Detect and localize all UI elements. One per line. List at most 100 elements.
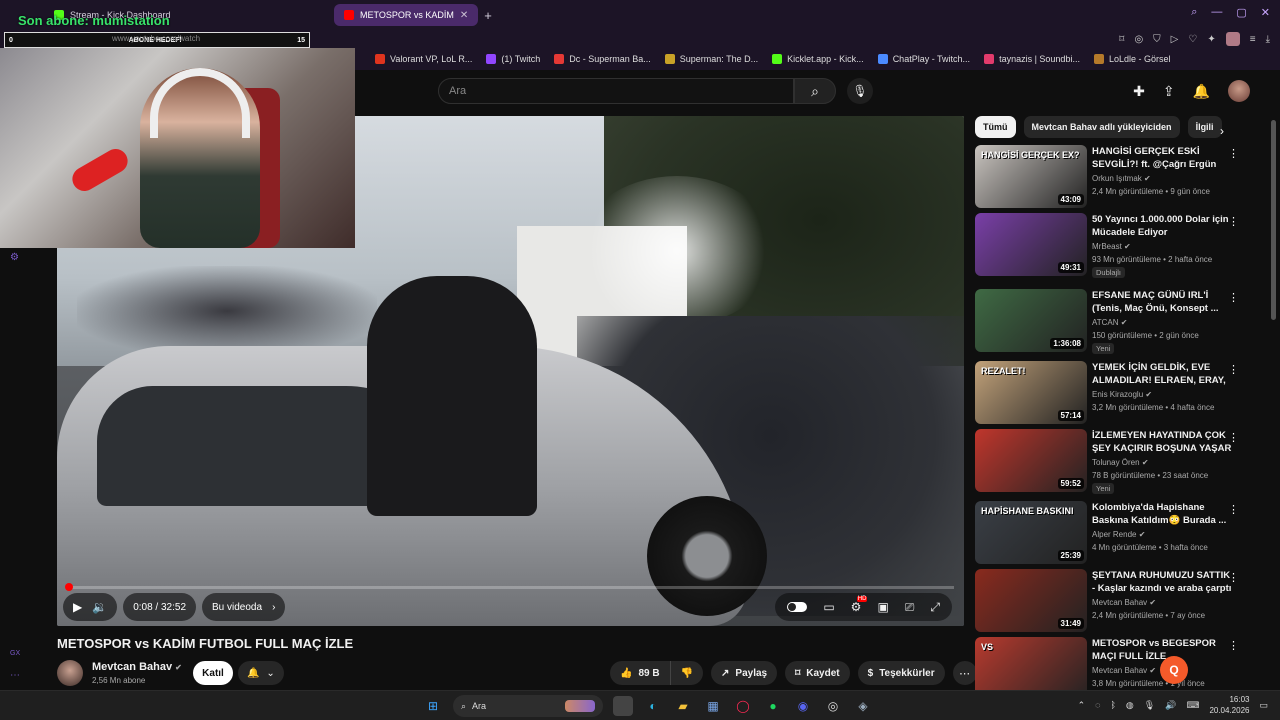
recommendation-item[interactable]: 1:36:08 EFSANE MAÇ GÜNÜ IRL'İ (Tenis, Maç…	[975, 289, 1265, 354]
notifications-bell-icon[interactable]: 🔔	[1193, 83, 1210, 100]
subtitles-icon[interactable]: ▭	[823, 600, 834, 614]
more-vertical-icon[interactable]: ⋮	[1228, 571, 1239, 584]
bookmark-item[interactable]: Kicklet.app - Kick...	[772, 54, 864, 64]
recommendation-title[interactable]: EFSANE MAÇ GÜNÜ IRL'İ (Tenis, Maç Önü, K…	[1092, 289, 1232, 315]
search-button[interactable]: ⌕	[794, 78, 836, 104]
recommendation-channel[interactable]: Tolunay Ören ✔	[1092, 458, 1149, 467]
recommendation-item[interactable]: 59:52 İZLEMEYEN HAYATINDA ÇOK ŞEY KAÇIRIR…	[975, 429, 1265, 494]
bookmark-item[interactable]: Valorant VP, LoL R...	[375, 54, 472, 64]
recommendation-channel[interactable]: ATCAN ✔	[1092, 318, 1127, 327]
recommendation-channel[interactable]: Alper Rende ✔	[1092, 530, 1145, 539]
volume-icon[interactable]: 🔉	[92, 600, 107, 614]
recommendation-title[interactable]: HANGİSİ GERÇEK ESKİ SEVGİLİ?! ft. @Çağrı…	[1092, 145, 1232, 171]
recommendation-title[interactable]: ŞEYTANA RUHUMUZU SATTIK - Kaşlar kazındı…	[1092, 569, 1232, 595]
recommendation-thumbnail[interactable]: HANGİSİ GERÇEK EX? 43:09	[975, 145, 1087, 208]
close-icon[interactable]: ✕	[460, 10, 468, 21]
bookmark-item[interactable]: (1) Twitch	[486, 54, 540, 64]
recommendation-thumbnail[interactable]: HAPİSHANE BASKINI 25:39	[975, 501, 1087, 564]
clock[interactable]: 16:03 20.04.2026	[1209, 694, 1249, 716]
bluetooth-icon[interactable]: ᛒ	[1111, 700, 1116, 710]
recommendation-thumbnail[interactable]: 1:36:08	[975, 289, 1087, 352]
headset-icon[interactable]: ◌	[1095, 700, 1100, 710]
more-icon[interactable]: ⋯	[10, 670, 20, 681]
tab-active-video[interactable]: METOSPOR vs KADİM ✕	[334, 4, 479, 26]
like-button[interactable]: 👍 89 B	[610, 661, 670, 685]
more-vertical-icon[interactable]: ⋮	[1228, 363, 1239, 376]
recommendation-title[interactable]: Kolombiya'da Hapishane Baskına Katıldım😳…	[1092, 501, 1232, 527]
recommendation-item[interactable]: HAPİSHANE BASKINI 25:39 Kolombiya'da Hapis…	[975, 501, 1265, 565]
download-icon[interactable]: ⤓	[1266, 34, 1270, 45]
bookmark-icon[interactable]: ⌑	[1119, 34, 1124, 45]
chip-from-uploader[interactable]: Mevtcan Bahav adlı yükleyiciden	[1023, 116, 1180, 138]
windows-start-icon[interactable]: ⊞	[423, 696, 443, 716]
recommendation-title[interactable]: İZLEMEYEN HAYATINDA ÇOK ŞEY KAÇIRIR BOŞU…	[1092, 429, 1232, 455]
taskbar-search[interactable]: ⌕ Ara	[453, 695, 603, 717]
recommendation-channel[interactable]: Enis Kirazoglu ✔	[1092, 390, 1152, 399]
maximize-icon[interactable]: ▢	[1236, 6, 1246, 19]
bookmark-item[interactable]: Dc - Superman Ba...	[554, 54, 651, 64]
new-tab-button[interactable]: +	[484, 8, 492, 23]
bookmark-item[interactable]: ChatPlay - Twitch...	[877, 54, 970, 64]
share-button[interactable]: ↗ Paylaş	[711, 661, 778, 685]
voice-search-button[interactable]: 🎙	[847, 78, 873, 104]
recommendation-thumbnail[interactable]: REZALET! 57:14	[975, 361, 1087, 424]
bookmark-item[interactable]: taynazis | Soundbi...	[984, 54, 1080, 64]
more-actions-button[interactable]: ⋯	[952, 661, 977, 685]
bookmark-item[interactable]: LoLdle - Görsel	[1093, 54, 1171, 64]
file-explorer-icon[interactable]: ▰	[673, 696, 693, 716]
play-icon[interactable]: ▶	[73, 600, 82, 614]
recommendation-item[interactable]: 49:31 50 Yayıncı 1.000.000 Dolar için Müc…	[975, 213, 1265, 278]
chapter-button[interactable]: Bu videoda ›	[202, 593, 286, 621]
floating-extension-badge[interactable]: Q	[1160, 656, 1188, 684]
upload-icon[interactable]: ⇪	[1163, 83, 1175, 100]
notifications-icon[interactable]: ▭	[1259, 700, 1268, 711]
search-input[interactable]: Ara	[438, 78, 794, 104]
channel-name[interactable]: Mevtcan Bahav	[92, 661, 172, 673]
cast-icon[interactable]: ⎚	[905, 600, 915, 615]
account-avatar[interactable]	[1228, 80, 1250, 102]
speaker-icon[interactable]: 🔊	[1165, 700, 1176, 711]
chevron-right-icon[interactable]: ›	[1220, 124, 1224, 138]
recommendation-item[interactable]: HANGİSİ GERÇEK EX? 43:09 HANGİSİ GERÇEK ES…	[975, 145, 1265, 209]
autoplay-toggle[interactable]	[787, 602, 808, 612]
search-icon[interactable]: ⌕	[1191, 6, 1197, 19]
more-vertical-icon[interactable]: ⋮	[1228, 291, 1239, 304]
settings-icon[interactable]: ⚙	[10, 252, 19, 263]
profile-avatar[interactable]	[1225, 32, 1240, 46]
camera-icon[interactable]: ◎	[1134, 34, 1143, 45]
thanks-button[interactable]: $ Teşekkürler	[857, 661, 945, 685]
steam-icon[interactable]: ◈	[853, 696, 873, 716]
scrollbar[interactable]	[1271, 120, 1276, 320]
channel-name-row[interactable]: Mevtcan Bahav ✔	[92, 661, 182, 673]
store-icon[interactable]: ▦	[703, 696, 723, 716]
fullscreen-icon[interactable]: ⤢	[930, 600, 940, 615]
more-vertical-icon[interactable]: ⋮	[1228, 503, 1239, 516]
recommendation-channel[interactable]: Mevtcan Bahav ✔	[1092, 598, 1156, 607]
discord-icon[interactable]: ◉	[793, 696, 813, 716]
close-window-icon[interactable]: ✕	[1261, 6, 1270, 19]
miniplayer-icon[interactable]: ▣	[877, 600, 888, 614]
heart-icon[interactable]: ♡	[1188, 34, 1197, 45]
minimize-icon[interactable]: —	[1211, 6, 1222, 19]
play-icon[interactable]: ▷	[1171, 34, 1179, 45]
recommendation-thumbnail[interactable]: 59:52	[975, 429, 1087, 492]
language-icon[interactable]: ⌨	[1186, 700, 1199, 711]
bookmark-item[interactable]: Superman: The D...	[664, 54, 758, 64]
opera-gx-icon[interactable]: ◯	[733, 696, 753, 716]
microphone-icon[interactable]: 🎙	[1144, 700, 1155, 711]
channel-avatar[interactable]	[57, 660, 83, 686]
wifi-icon[interactable]: ◍	[1126, 700, 1134, 711]
chip-related[interactable]: İlgili	[1187, 116, 1222, 138]
shield-icon[interactable]: ⛉	[1153, 34, 1161, 45]
create-icon[interactable]: ✚	[1133, 83, 1145, 100]
more-vertical-icon[interactable]: ⋮	[1228, 215, 1239, 228]
subscription-bell-button[interactable]: 🔔 ⌄	[238, 661, 284, 685]
recommendation-channel[interactable]: MrBeast ✔	[1092, 242, 1131, 251]
chip-all[interactable]: Tümü	[975, 116, 1016, 138]
chevron-up-icon[interactable]: ⌃	[1078, 700, 1086, 711]
recommendation-title[interactable]: METOSPOR vs BEGESPOR MAÇI FULL İZLE	[1092, 637, 1232, 663]
recommendation-channel[interactable]: Mevtcan Bahav ✔	[1092, 666, 1156, 675]
address-bar[interactable]: www.youtube.com/watch	[112, 34, 200, 43]
menu-icon[interactable]: ≡	[1250, 34, 1256, 45]
recommendation-thumbnail[interactable]: 31:49	[975, 569, 1087, 632]
